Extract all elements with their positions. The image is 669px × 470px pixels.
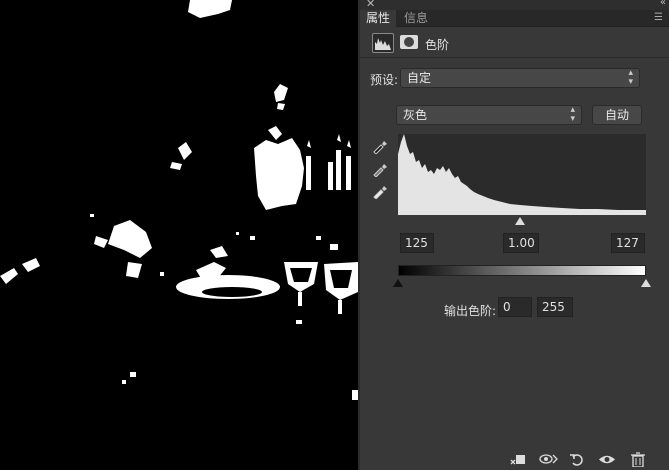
- panel-body: ✕ « 属性 信息 ☰ 色阶 预设: 自定 ▴ ▾ 灰色 ▴ ▾ 自动 125 …: [360, 0, 669, 470]
- auto-button[interactable]: 自动: [592, 105, 642, 125]
- black-point-eyedropper-icon[interactable]: [372, 138, 388, 155]
- close-icon[interactable]: ✕: [366, 0, 375, 10]
- clip-to-layer-icon[interactable]: [510, 452, 526, 467]
- adjustment-header: 色阶: [360, 28, 669, 58]
- output-black-handle[interactable]: [393, 279, 403, 287]
- output-white-field[interactable]: 255: [537, 297, 573, 317]
- gamma-slider-handle[interactable]: [515, 217, 525, 225]
- preset-value: 自定: [407, 71, 432, 85]
- adjustment-title: 色阶: [425, 38, 450, 52]
- layer-mask-icon[interactable]: [400, 35, 418, 49]
- white-point-eyedropper-icon[interactable]: [372, 183, 388, 200]
- thresholded-photo: [0, 0, 358, 470]
- levels-histogram-icon[interactable]: [372, 33, 394, 53]
- view-previous-state-icon[interactable]: [538, 452, 558, 467]
- histogram: [398, 134, 646, 215]
- chevron-updown-icon: ▴ ▾: [570, 105, 575, 124]
- tab-info[interactable]: 信息: [398, 10, 434, 27]
- panel-menu-icon[interactable]: ☰: [654, 12, 663, 23]
- chevron-updown-icon: ▴ ▾: [628, 68, 633, 87]
- preset-label: 预设:: [370, 73, 399, 87]
- properties-panel: ✕ « 属性 信息 ☰ 色阶 预设: 自定 ▴ ▾ 灰色 ▴ ▾ 自动 125 …: [358, 0, 669, 470]
- gray-point-eyedropper-icon[interactable]: [372, 161, 388, 178]
- output-gradient-bar: [398, 265, 646, 276]
- histogram-graph: [398, 134, 646, 215]
- output-levels-label: 输出色阶:: [444, 304, 497, 318]
- input-gamma-field[interactable]: 1.00: [503, 233, 539, 253]
- reset-icon[interactable]: [569, 452, 585, 467]
- input-black-field[interactable]: 125: [400, 233, 434, 253]
- trash-icon[interactable]: [630, 452, 646, 468]
- input-white-field[interactable]: 127: [611, 233, 645, 253]
- input-levels-slider[interactable]: [398, 215, 646, 227]
- image-canvas[interactable]: [0, 0, 358, 470]
- output-white-handle[interactable]: [641, 279, 651, 287]
- panel-bottom-toolbar: [360, 449, 669, 470]
- double-arrow-icon[interactable]: «: [660, 0, 666, 8]
- channel-value: 灰色: [403, 108, 428, 122]
- output-black-field[interactable]: 0: [498, 297, 532, 317]
- panel-tabs: 属性 信息 ☰: [360, 10, 669, 27]
- channel-select[interactable]: 灰色 ▴ ▾: [396, 105, 582, 125]
- visibility-eye-icon[interactable]: [598, 452, 616, 467]
- preset-select[interactable]: 自定 ▴ ▾: [400, 68, 640, 88]
- panel-title-bar: ✕ «: [360, 0, 669, 10]
- tab-properties[interactable]: 属性: [360, 10, 397, 27]
